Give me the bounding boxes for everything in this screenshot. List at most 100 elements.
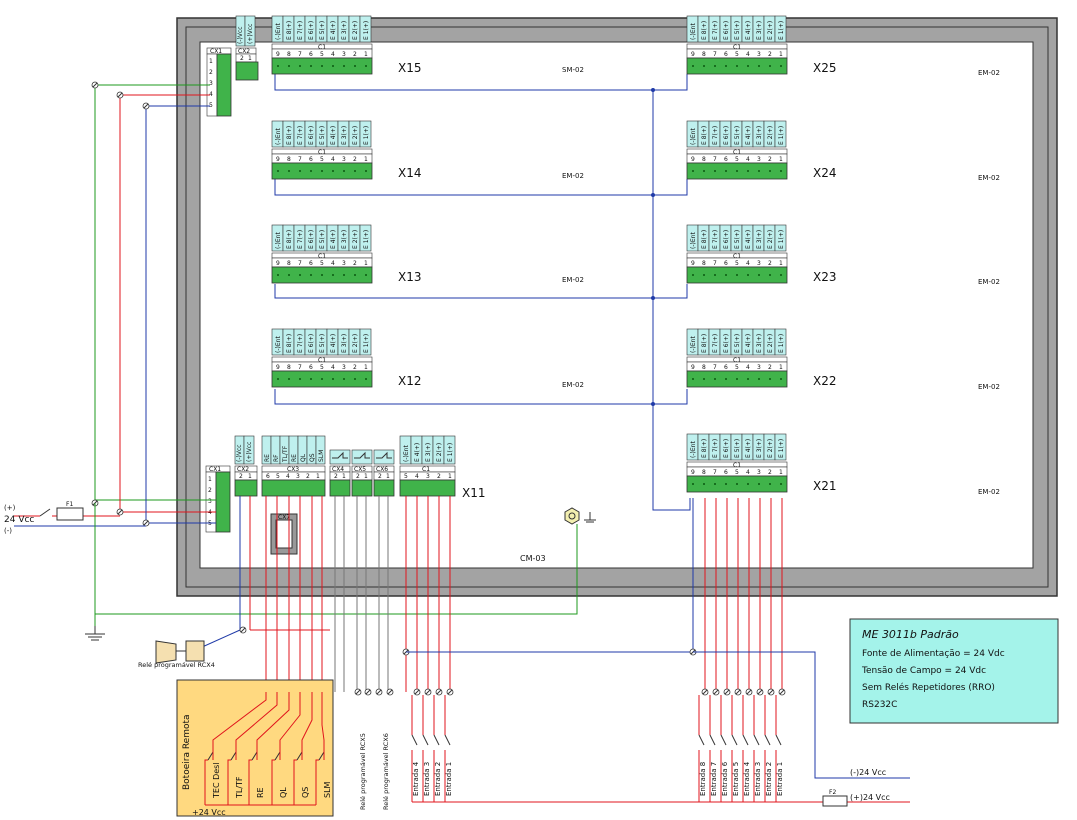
pin-number: 8 xyxy=(287,364,291,371)
input-label: E 5(+) xyxy=(319,334,326,353)
terminal-screw xyxy=(703,483,705,485)
terminal-screw xyxy=(365,65,367,67)
terminal-strip xyxy=(399,479,456,497)
module-id: X13 xyxy=(398,270,422,284)
input-name: Entrada 8 xyxy=(699,762,707,796)
input-label: E 1(+) xyxy=(363,126,370,145)
pin-row xyxy=(235,53,257,63)
pin-number: 3 xyxy=(757,51,761,58)
field-plus-label: (+)24 Vcc xyxy=(850,793,890,802)
pin-number: 1 xyxy=(342,473,346,480)
pin-number: 4 xyxy=(746,469,750,476)
fuse-f2-label: F2 xyxy=(829,789,836,796)
input-name: Entrada 1 xyxy=(776,762,784,796)
terminal-screw xyxy=(354,170,356,172)
pin-number: 4 xyxy=(331,260,335,267)
terminal-screw xyxy=(780,274,782,276)
terminal-screw xyxy=(365,170,367,172)
input-label: E 6(+) xyxy=(308,126,315,145)
cx7-label: CX7 xyxy=(278,514,290,521)
pin-number: 1 xyxy=(386,473,390,480)
pin-number: 8 xyxy=(287,156,291,163)
cx3-label: QS xyxy=(309,453,316,462)
input-label: E 1(+) xyxy=(447,443,454,462)
terminal-screw xyxy=(343,274,345,276)
terminal-screw xyxy=(714,378,716,380)
cx3-label: RF xyxy=(273,454,280,462)
input-label: E 7(+) xyxy=(297,126,304,145)
terminal-screw xyxy=(725,274,727,276)
input-label: (-)Ent xyxy=(275,23,282,40)
pin-number: 1 xyxy=(364,156,368,163)
module-tag: EM-02 xyxy=(978,488,1000,496)
module-tag: EM-02 xyxy=(562,381,584,389)
pin-number: 4 xyxy=(415,473,419,480)
terminal-screw xyxy=(692,65,694,67)
terminal-screw xyxy=(736,274,738,276)
relay-symbol-box xyxy=(329,449,351,465)
relay-rcx5-label: Relé programável RCX5 xyxy=(359,733,367,810)
input-label: E 4(+) xyxy=(330,230,337,249)
terminal-screw xyxy=(780,378,782,380)
switch-contact xyxy=(433,734,440,746)
pin-number: 3 xyxy=(757,364,761,371)
terminal-screw xyxy=(703,65,705,67)
terminal-screw xyxy=(769,65,771,67)
input-label: E 1(+) xyxy=(778,21,785,40)
terminal-screw xyxy=(354,65,356,67)
pin-number: 1 xyxy=(248,473,252,480)
switch-contact xyxy=(742,734,749,746)
input-label: E 6(+) xyxy=(723,21,730,40)
pin-number: 8 xyxy=(702,260,706,267)
input-label: E 2(+) xyxy=(767,126,774,145)
terminal-screw xyxy=(288,170,290,172)
input-label: E 6(+) xyxy=(308,21,315,40)
pin-number: 1 xyxy=(364,364,368,371)
field-minus-label: (-)24 Vcc xyxy=(850,768,886,777)
input-label: E 4(+) xyxy=(745,230,752,249)
remote-button-label: TEC Desl xyxy=(212,762,221,799)
input-label: E 7(+) xyxy=(712,126,719,145)
pin-number: 1 xyxy=(248,55,252,62)
input-label: E 8(+) xyxy=(701,230,708,249)
terminal-screw xyxy=(692,170,694,172)
module-id: X24 xyxy=(813,166,837,180)
pin-number: 1 xyxy=(364,473,368,480)
terminal-screw xyxy=(725,65,727,67)
input-label: E 4(+) xyxy=(330,126,337,145)
pin-number: 3 xyxy=(296,473,300,480)
input-label: E 5(+) xyxy=(734,334,741,353)
switch-contact xyxy=(411,734,418,746)
relay-symbol-box xyxy=(373,449,395,465)
input-label: E 8(+) xyxy=(286,230,293,249)
note-title: ME 3011b Padrão xyxy=(862,628,959,641)
pin-number: 6 xyxy=(724,364,728,371)
terminal-screw xyxy=(343,65,345,67)
input-label: E 5(+) xyxy=(734,439,741,458)
input-name: Entrada 7 xyxy=(710,762,718,796)
input-label: E 1(+) xyxy=(363,21,370,40)
terminal-screw xyxy=(288,378,290,380)
input-label: E 7(+) xyxy=(297,230,304,249)
pin-number: 3 xyxy=(757,156,761,163)
input-label: E 2(+) xyxy=(767,334,774,353)
pin-number: 2 xyxy=(353,364,357,371)
pin-number: 2 xyxy=(239,473,243,480)
cx3-label: RE xyxy=(291,454,298,462)
pin-number: 5 xyxy=(320,260,324,267)
input-label: E 3(+) xyxy=(756,439,763,458)
terminal-strip xyxy=(351,479,373,497)
terminal-screw xyxy=(714,65,716,67)
pin-number: 8 xyxy=(702,51,706,58)
terminal-screw xyxy=(758,483,760,485)
power-label: (-)Vcc xyxy=(237,26,244,44)
terminal-screw xyxy=(365,378,367,380)
input-label: E 3(+) xyxy=(341,21,348,40)
input-label: E 8(+) xyxy=(701,439,708,458)
module-tag: EM-02 xyxy=(978,174,1000,182)
module-tag: SM-02 xyxy=(562,66,584,74)
input-label: E 7(+) xyxy=(297,21,304,40)
pin-number: 3 xyxy=(757,469,761,476)
relay-rcx6-label: Relé programável RCX6 xyxy=(382,733,390,810)
input-label: E 5(+) xyxy=(319,230,326,249)
